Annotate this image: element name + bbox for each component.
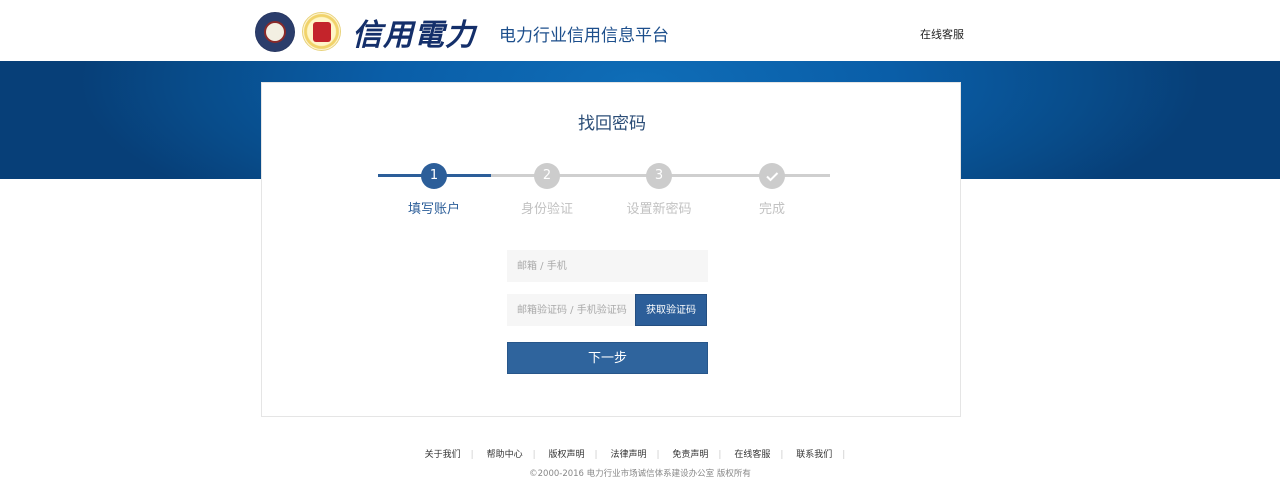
step-label: 完成 [758,202,785,217]
step-complete: 完成 [717,163,827,217]
association-logo-icon [255,12,295,52]
platform-title: 电力行业信用信息平台 [499,26,669,46]
footer-links: 关于我们 | 帮助中心 | 版权声明 | 法律声明 | 免责声明 | 在线客服 | 联系我们… [0,447,1280,460]
copyright-text: ©2000-2016 电力行业市场诚信体系建设办公室 版权所有 [529,469,751,479]
footer-separator: | [594,450,598,460]
step-number: 2 [534,163,560,189]
get-code-button[interactable]: 获取验证码 [635,294,707,326]
logo-text: 信用電力 [352,18,476,53]
step-label: 身份验证 [520,202,573,217]
page-title: 找回密码 [578,114,646,134]
verification-code-input[interactable] [507,294,635,326]
footer-link-copyright[interactable]: 版权声明 [549,450,585,460]
account-input[interactable] [507,250,708,282]
step-number: 1 [421,163,447,189]
footer-separator: | [656,450,660,460]
footer-link-legal[interactable]: 法律声明 [610,450,646,460]
footer-link-about[interactable]: 关于我们 [425,450,461,460]
step-label: 设置新密码 [626,202,692,217]
footer-link-disclaimer[interactable]: 免责声明 [672,450,708,460]
credit-seal-logo-icon [302,12,341,51]
footer-link-service[interactable]: 在线客服 [734,450,770,460]
online-service-link[interactable]: 在线客服 [920,26,964,42]
footer-link-help[interactable]: 帮助中心 [487,450,523,460]
step-identity-verify: 2 身份验证 [492,163,602,217]
recover-password-card: 找回密码 1 填写账户 2 身份验证 3 设置新密码 完成 获取验证码 下一步 [261,82,961,417]
next-step-button[interactable]: 下一步 [507,342,708,374]
footer-separator: | [470,450,474,460]
step-fill-account: 1 填写账户 [379,163,489,217]
footer-separator: | [532,450,536,460]
footer-separator: | [780,450,784,460]
header: 信用電力 电力行业信用信息平台 在线客服 [0,0,1280,61]
footer-separator: | [842,450,846,460]
step-set-new-password: 3 设置新密码 [604,163,714,217]
progress-steps: 1 填写账户 2 身份验证 3 设置新密码 完成 [378,163,830,223]
step-number: 3 [646,163,672,189]
check-icon [759,163,785,189]
step-label: 填写账户 [407,202,460,217]
footer-link-contact[interactable]: 联系我们 [796,450,832,460]
footer-separator: | [718,450,722,460]
